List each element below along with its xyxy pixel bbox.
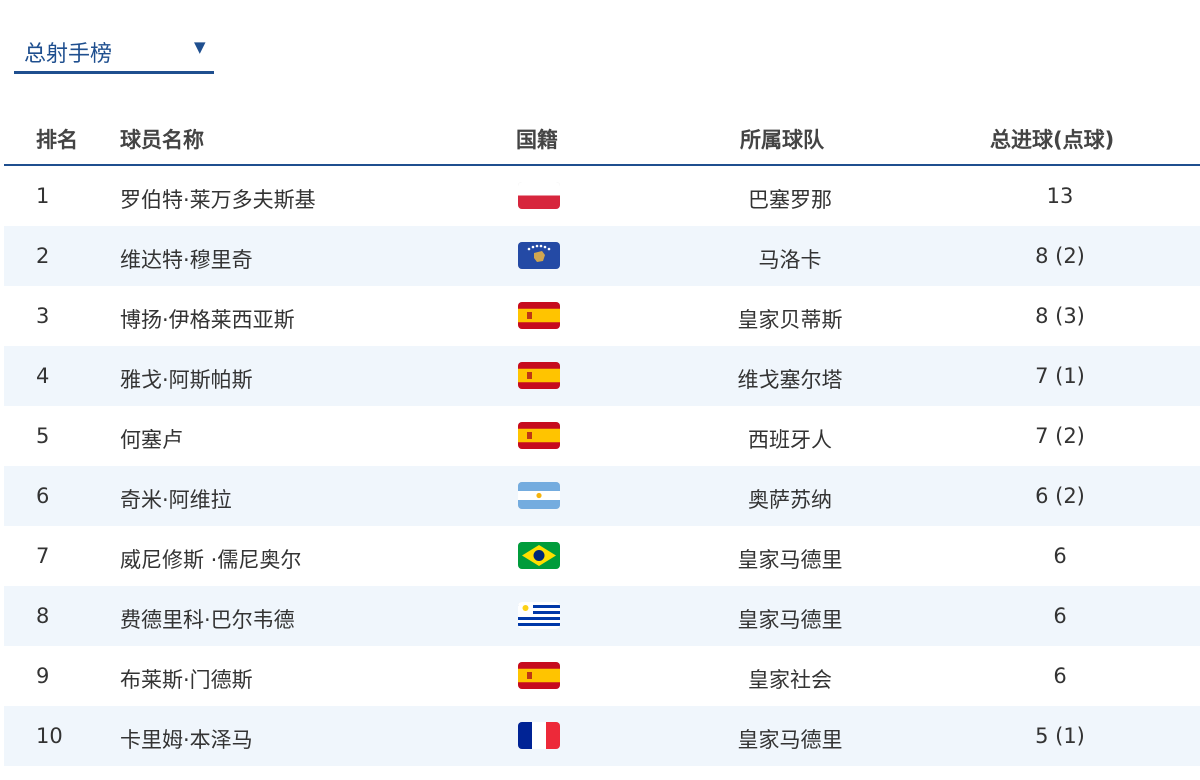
spain-flag-icon	[518, 302, 560, 329]
rank-cell: 8	[36, 604, 50, 628]
kosovo-flag-icon	[518, 242, 560, 269]
rank-cell: 7	[36, 544, 50, 568]
spain-flag-icon	[518, 662, 560, 689]
team-cell: 巴塞罗那	[748, 188, 832, 212]
team-cell: 西班牙人	[748, 428, 832, 452]
table-row[interactable]: 9 布莱斯·门德斯 皇家社会 6	[4, 646, 1200, 706]
total-goals-cell: 6 (2)	[1035, 484, 1085, 508]
total-goals-cell: 6	[1053, 664, 1067, 688]
team-cell: 皇家贝蒂斯	[737, 308, 843, 332]
nationality-cell	[518, 542, 560, 569]
uruguay-flag-icon	[518, 602, 560, 629]
argentina-flag-icon	[518, 482, 560, 509]
team-cell: 维戈塞尔塔	[737, 368, 843, 392]
total-goals-cell: 7 (2)	[1035, 424, 1085, 448]
nationality-cell	[518, 722, 560, 749]
total-goals-cell: 13	[1046, 184, 1074, 208]
player-name-cell: 费德里科·巴尔韦德	[120, 608, 295, 632]
nationality-cell	[518, 662, 560, 689]
leaderboard-selector-label: 总射手榜	[24, 42, 113, 67]
rank-cell: 5	[36, 424, 50, 448]
table-row[interactable]: 10 卡里姆·本泽马 皇家马德里 5 (1)	[4, 706, 1200, 766]
team-cell: 皇家马德里	[737, 548, 843, 572]
total-goals-cell: 8 (3)	[1035, 304, 1085, 328]
spain-flag-icon	[518, 422, 560, 449]
rank-cell: 6	[36, 484, 50, 508]
total-goals-cell: 5 (1)	[1035, 724, 1085, 748]
table-body: 1 罗伯特·莱万多夫斯基 巴塞罗那 13 2 维达特·穆里奇 马洛卡 8 (2) 3 博扬·伊格莱…	[4, 166, 1200, 766]
table-row[interactable]: 6 奇米·阿维拉 奥萨苏纳 6 (2)	[4, 466, 1200, 526]
header-nationality: 国籍	[516, 128, 558, 152]
rank-cell: 9	[36, 664, 50, 688]
nationality-cell	[518, 422, 560, 449]
total-goals-cell: 8 (2)	[1035, 244, 1085, 268]
total-goals-cell: 6	[1053, 604, 1067, 628]
rank-cell: 4	[36, 364, 50, 388]
rank-cell: 2	[36, 244, 50, 268]
total-goals-cell: 6	[1053, 544, 1067, 568]
team-cell: 皇家社会	[748, 668, 832, 692]
rank-cell: 10	[36, 724, 63, 748]
leaderboard-selector[interactable]: 总射手榜 ▼	[14, 26, 214, 74]
table-row[interactable]: 1 罗伯特·莱万多夫斯基 巴塞罗那 13	[4, 166, 1200, 226]
brazil-flag-icon	[518, 542, 560, 569]
header-team: 所属球队	[740, 128, 824, 152]
player-name-cell: 布莱斯·门德斯	[120, 668, 253, 692]
team-cell: 皇家马德里	[737, 608, 843, 632]
nationality-cell	[518, 242, 560, 269]
table-row[interactable]: 3 博扬·伊格莱西亚斯 皇家贝蒂斯 8 (3)	[4, 286, 1200, 346]
player-name-cell: 雅戈·阿斯帕斯	[120, 368, 253, 392]
table-row[interactable]: 5 何塞卢 西班牙人 7 (2)	[4, 406, 1200, 466]
nationality-cell	[518, 362, 560, 389]
scorers-table: 排名 球员名称 国籍 所属球队 总进球(点球) 1 罗伯特·莱万多夫斯基 巴塞罗那 1…	[4, 108, 1200, 766]
nationality-cell	[518, 482, 560, 509]
france-flag-icon	[518, 722, 560, 749]
player-name-cell: 何塞卢	[120, 428, 183, 452]
table-row[interactable]: 8 费德里科·巴尔韦德 皇家马德里 6	[4, 586, 1200, 646]
team-cell: 马洛卡	[758, 248, 822, 272]
player-name-cell: 卡里姆·本泽马	[120, 728, 253, 752]
nationality-cell	[518, 182, 560, 209]
player-name-cell: 维达特·穆里奇	[120, 248, 253, 272]
header-total-goals: 总进球(点球)	[990, 128, 1115, 152]
header-player-name: 球员名称	[120, 128, 204, 152]
nationality-cell	[518, 602, 560, 629]
scorers-page: 总射手榜 ▼ 排名 球员名称 国籍 所属球队 总进球(点球) 1 罗伯特·莱万多夫…	[0, 0, 1200, 780]
header-rank: 排名	[36, 128, 78, 152]
nationality-cell	[518, 302, 560, 329]
table-row[interactable]: 2 维达特·穆里奇 马洛卡 8 (2)	[4, 226, 1200, 286]
poland-flag-icon	[518, 182, 560, 209]
player-name-cell: 威尼修斯 ·儒尼奥尔	[120, 548, 302, 572]
table-row[interactable]: 4 雅戈·阿斯帕斯 维戈塞尔塔 7 (1)	[4, 346, 1200, 406]
rank-cell: 1	[36, 184, 50, 208]
total-goals-cell: 7 (1)	[1035, 364, 1085, 388]
rank-cell: 3	[36, 304, 50, 328]
player-name-cell: 奇米·阿维拉	[120, 488, 232, 512]
player-name-cell: 博扬·伊格莱西亚斯	[120, 308, 295, 332]
chevron-down-icon[interactable]: ▼	[194, 38, 206, 56]
team-cell: 皇家马德里	[737, 728, 843, 752]
table-header: 排名 球员名称 国籍 所属球队 总进球(点球)	[4, 108, 1200, 166]
spain-flag-icon	[518, 362, 560, 389]
team-cell: 奥萨苏纳	[748, 488, 832, 512]
table-row[interactable]: 7 威尼修斯 ·儒尼奥尔 皇家马德里 6	[4, 526, 1200, 586]
player-name-cell: 罗伯特·莱万多夫斯基	[120, 188, 316, 212]
